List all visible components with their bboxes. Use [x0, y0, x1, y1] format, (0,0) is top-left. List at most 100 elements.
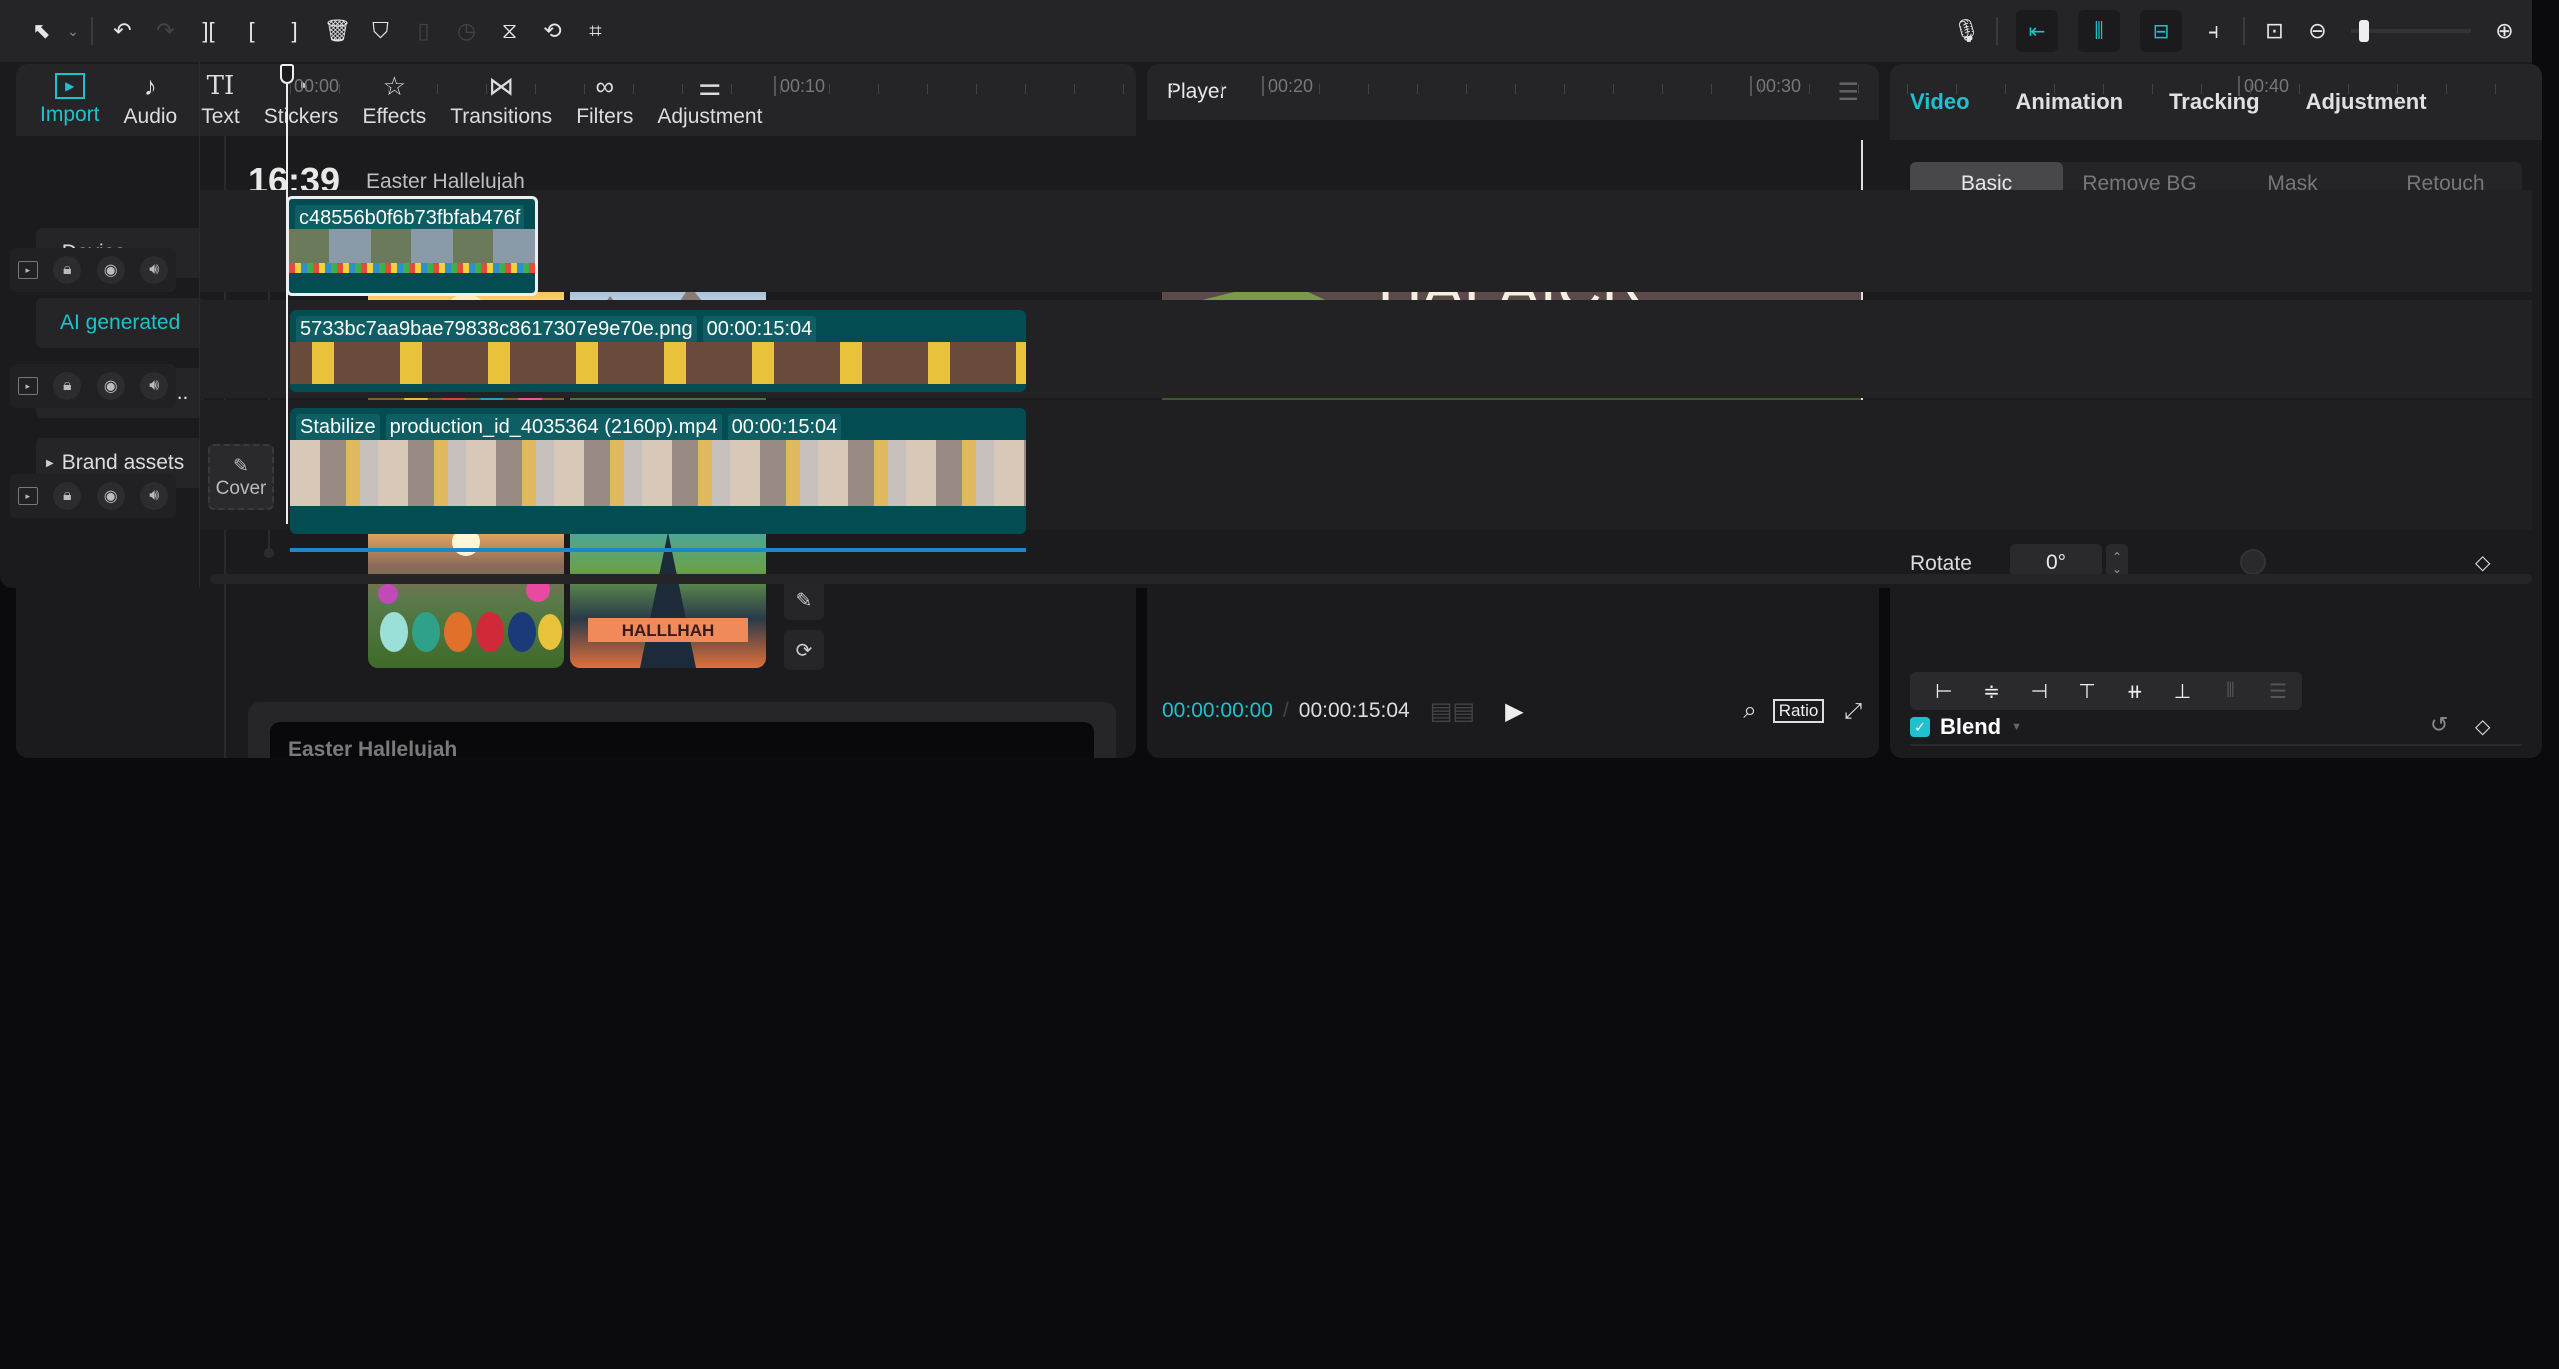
stabilize-tag: Stabilize [296, 414, 380, 441]
split-preview-icon[interactable]: ⫞ [2192, 18, 2235, 44]
trim-right-icon[interactable]: ] [273, 18, 316, 44]
rotate-icon[interactable]: ⟲ [531, 18, 574, 44]
mirror-icon[interactable]: ⧖ [488, 18, 531, 44]
track-toggle-icon[interactable]: ▸ [17, 261, 38, 279]
delete-icon[interactable]: 🗑 [316, 18, 359, 44]
fit-zoom-icon[interactable]: ⌕ [1743, 697, 1756, 725]
rotate-label: Rotate [1910, 552, 1972, 575]
main-track-magnet-button[interactable]: ⇤ [2016, 10, 2058, 52]
ratio-button[interactable]: Ratio [1772, 699, 1825, 723]
blend-section-header[interactable]: ✓ Blend ▼ [1910, 714, 2022, 740]
caret-down-icon: ▼ [2011, 721, 2023, 733]
auto-snap-button[interactable]: ⫼ [2078, 10, 2120, 52]
ruler-tick [1319, 84, 1320, 94]
zoom-in-icon[interactable]: ⊕ [2483, 18, 2526, 44]
svg-text:HALLLHAH: HALLLHAH [622, 621, 715, 640]
zoom-to-fit-icon[interactable]: ⊡ [2253, 18, 2296, 44]
align-center-h-icon[interactable]: ≑ [1968, 679, 2016, 704]
edit-image-button[interactable]: ✎ [784, 580, 824, 620]
lock-icon[interactable]: 🔒︎ [53, 482, 82, 510]
timeline-clip-image[interactable]: c48556b0f6b73fbfab476f [286, 196, 538, 296]
align-right-icon[interactable]: ⊣ [2016, 679, 2064, 704]
timeline-zoom-slider[interactable] [2351, 20, 2471, 42]
ruler-tick [976, 84, 977, 94]
split-icon[interactable]: ][ [187, 18, 230, 44]
ruler-tick [2054, 84, 2055, 94]
timeline-ruler[interactable]: 00:00 00:10 00:20 00:30 00:40 [0, 62, 2532, 112]
ruler-tick [1613, 84, 1614, 94]
rotate-dial[interactable] [2240, 549, 2266, 575]
timeline-grid-icon[interactable]: ▤▤ [1430, 697, 1475, 726]
alignment-toolbar: ⊢ ≑ ⊣ ⊤ ⧺ ⊥ ⦀ ☰ [1910, 672, 2302, 710]
playhead[interactable] [286, 64, 288, 524]
lock-icon[interactable]: 🔒︎ [53, 372, 82, 400]
chevron-down-icon[interactable]: ⌄ [63, 23, 83, 40]
audio-icon[interactable]: 🔊︎ [140, 372, 169, 400]
reverse-icon[interactable]: ◷ [445, 18, 488, 44]
blend-checkbox[interactable]: ✓ [1910, 717, 1930, 737]
clip-name: production_id_4035364 (2160p).mp4 [385, 414, 722, 441]
cover-button[interactable]: ✎ Cover [208, 444, 274, 510]
ruler-tick [1564, 84, 1565, 94]
ruler-tick [388, 84, 389, 94]
freeze-icon[interactable]: ▯ [402, 18, 445, 44]
distribute-h-icon[interactable]: ⦀ [2207, 680, 2255, 703]
eye-icon[interactable]: ◉ [96, 256, 125, 284]
regenerate-button[interactable]: ⟳ [784, 630, 824, 670]
keyframe-icon[interactable]: ◇ [2475, 714, 2490, 739]
pencil-icon: ✎ [233, 455, 249, 477]
ruler-tick [1858, 84, 1859, 94]
ruler-label: 00:30 [1750, 76, 1801, 96]
trim-left-icon[interactable]: [ [230, 18, 273, 44]
refresh-icon: ⟳ [795, 639, 813, 662]
select-tool-icon[interactable]: ⬉ [20, 18, 63, 44]
blend-title: Blend [1940, 714, 2002, 739]
divider [1996, 17, 1998, 45]
track-headers: ▸ 🔒︎ ◉ 🔊︎ ▸ 🔒︎ ◉ 🔊︎ ▸ 🔒︎ ◉ 🔊︎ [0, 62, 200, 588]
ruler-tick [2299, 84, 2300, 94]
clip-label: Stabilize production_id_4035364 (2160p).… [296, 414, 842, 441]
undo-icon[interactable]: ↶ [101, 18, 144, 44]
track-toggle-icon[interactable]: ▸ [17, 487, 38, 505]
play-button[interactable]: ▶ [1505, 697, 1523, 726]
divider [1910, 744, 2522, 746]
zoom-out-icon[interactable]: ⊖ [2296, 18, 2339, 44]
align-middle-v-icon[interactable]: ⧺ [2111, 679, 2159, 704]
reset-icon[interactable]: ↺ [2430, 712, 2448, 738]
timeline-scrollbar[interactable] [210, 574, 2532, 584]
ruler-tick [633, 84, 634, 94]
track-toggle-icon[interactable]: ▸ [17, 377, 38, 395]
align-left-icon[interactable]: ⊢ [1920, 679, 1968, 704]
divider [2243, 17, 2245, 45]
ruler-tick [1172, 84, 1173, 94]
prompt-input[interactable]: Easter Hallelujah [270, 722, 1094, 758]
fullscreen-icon[interactable]: ⤢ [1844, 698, 1862, 724]
timeline-toolbar: ⬉ ⌄ ↶ ↷ ][ [ ] 🗑 ⛉ ▯ ◷ ⧖ ⟲ ⌗ 🎙 ⇤ ⫼ ⊟ ⫞ ⊡… [0, 0, 2532, 62]
align-bottom-icon[interactable]: ⊥ [2159, 679, 2207, 704]
audio-icon[interactable]: 🔊︎ [140, 256, 169, 284]
divider [91, 17, 93, 45]
track-controls: ▸ 🔒︎ ◉ 🔊︎ [10, 364, 176, 408]
distribute-v-icon[interactable]: ☰ [2254, 679, 2302, 704]
audio-icon[interactable]: 🔊︎ [140, 482, 169, 510]
lock-icon[interactable]: 🔒︎ [53, 256, 82, 284]
clip-name: 5733bc7aa9bae79838c8617307e9e70e.png [296, 316, 697, 343]
redo-icon[interactable]: ↷ [144, 18, 187, 44]
ruler-tick [829, 84, 830, 94]
track-controls: ▸ 🔒︎ ◉ 🔊︎ [10, 248, 176, 292]
crop-icon[interactable]: ⌗ [574, 18, 617, 44]
eye-icon[interactable]: ◉ [96, 372, 125, 400]
zoom-slider-handle[interactable] [2359, 20, 2369, 42]
marker-icon[interactable]: ⛉ [359, 18, 402, 44]
microphone-icon[interactable]: 🎙 [1945, 18, 1988, 44]
clip-label: c48556b0f6b73fbfab476f [295, 205, 525, 232]
keyframe-icon[interactable]: ◇ [2475, 550, 2490, 575]
ruler-tick [1025, 84, 1026, 94]
linkage-button[interactable]: ⊟ [2140, 10, 2182, 52]
playhead-handle[interactable] [280, 64, 294, 84]
timeline-clip-video[interactable]: Stabilize production_id_4035364 (2160p).… [290, 408, 1026, 534]
timeline-clip-png[interactable]: 5733bc7aa9bae79838c8617307e9e70e.png 00:… [290, 310, 1026, 392]
align-top-icon[interactable]: ⊤ [2063, 679, 2111, 704]
ruler-tick [1760, 84, 1761, 94]
eye-icon[interactable]: ◉ [96, 482, 125, 510]
